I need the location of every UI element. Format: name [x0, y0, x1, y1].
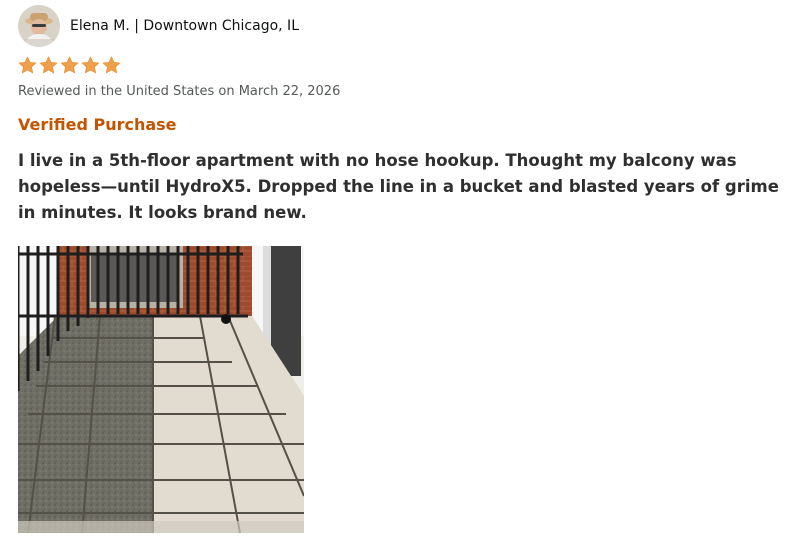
author-row: Elena M. | Downtown Chicago, IL — [18, 5, 788, 47]
review-card: Elena M. | Downtown Chicago, IL Reviewed… — [18, 5, 788, 226]
avatar-icon — [18, 5, 60, 47]
review-date: Reviewed in the United States on March 2… — [18, 84, 341, 99]
review-text: I live in a 5th-floor apartment with no … — [18, 151, 779, 222]
reviewer-name-location[interactable]: Elena M. | Downtown Chicago, IL — [70, 18, 299, 34]
star-icon — [18, 56, 37, 74]
review-photo[interactable] — [18, 246, 304, 533]
avatar[interactable] — [18, 5, 60, 47]
star-icon — [39, 56, 58, 74]
star-rating — [18, 56, 788, 78]
star-icon — [102, 56, 121, 74]
star-icon — [60, 56, 79, 74]
balcony-photo — [18, 246, 304, 533]
verified-purchase-badge: Verified Purchase — [18, 115, 177, 134]
star-icon — [81, 56, 100, 74]
